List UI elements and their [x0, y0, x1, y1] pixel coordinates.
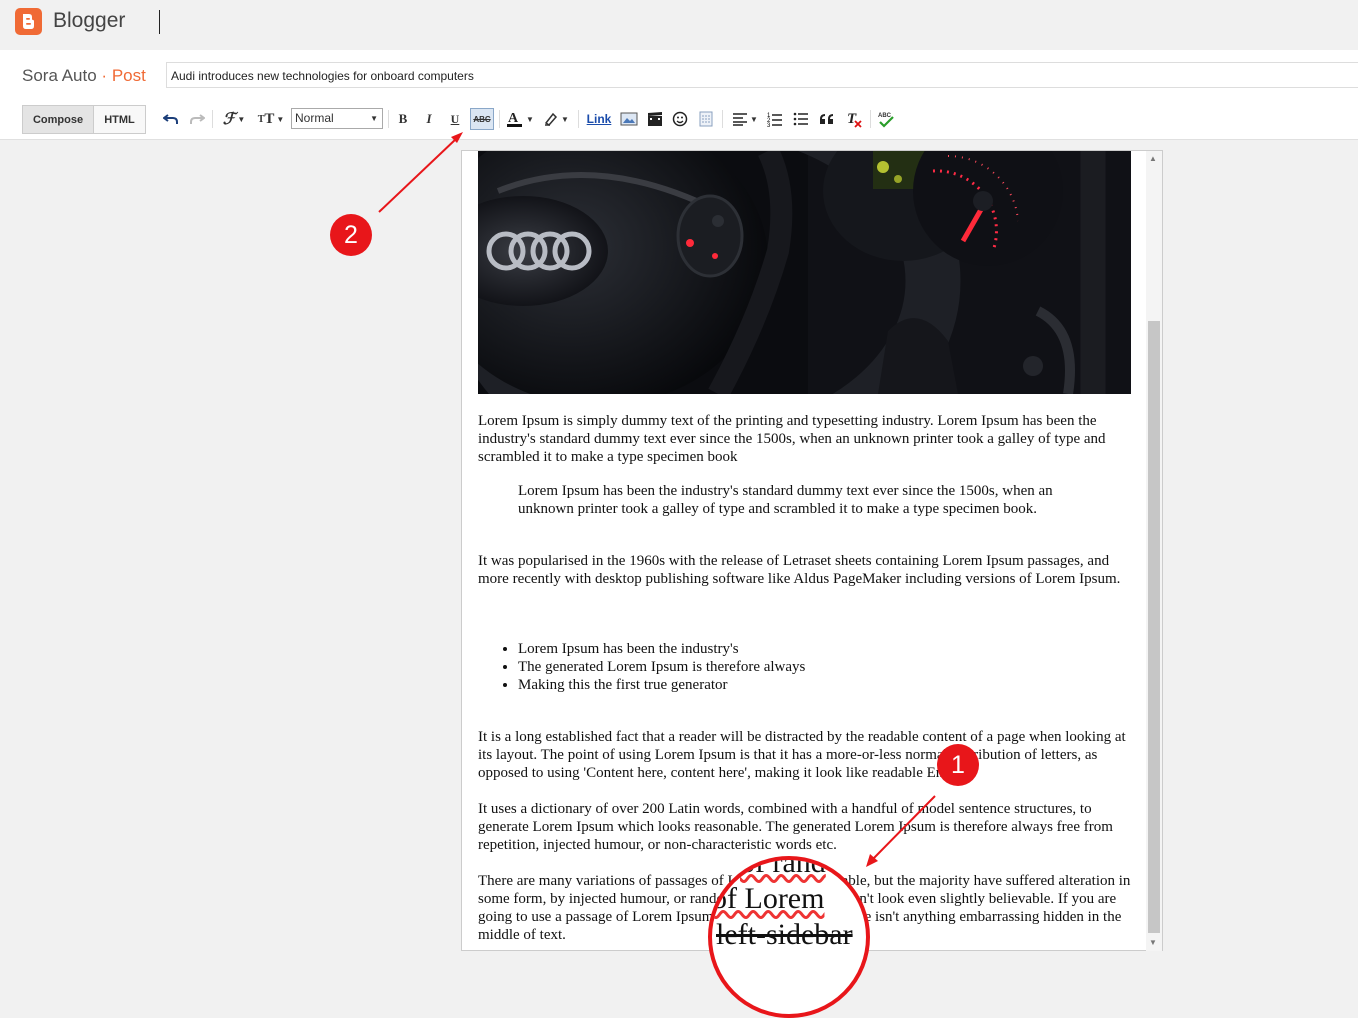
toolbar-separator	[578, 110, 579, 128]
blog-name[interactable]: Sora Auto	[22, 66, 97, 85]
magnified-text: of rand	[740, 856, 826, 879]
svg-text:T: T	[847, 111, 857, 127]
magnified-text: of Lorem	[712, 882, 825, 915]
editor-paragraph[interactable]: Lorem Ipsum is simply dummy text of the …	[478, 412, 1133, 466]
post-label: Post	[111, 66, 146, 85]
blogger-logo-icon[interactable]	[15, 8, 42, 35]
scroll-down-arrow-icon[interactable]: ▼	[1149, 938, 1157, 947]
image-icon[interactable]	[619, 109, 639, 129]
editor-paragraph[interactable]: It was popularised in the 1960s with the…	[478, 552, 1133, 588]
blog-breadcrumb: Sora Auto · Post	[22, 66, 146, 86]
annotation-badge-1: 1	[937, 744, 979, 786]
toolbar-separator	[388, 110, 389, 128]
toolbar-separator	[499, 110, 500, 128]
italic-button[interactable]: I	[421, 109, 437, 129]
breadcrumb-separator: ·	[101, 66, 108, 85]
magnifier-callout: of rand of Lorem left-sidebar	[708, 856, 870, 1018]
top-bar	[0, 0, 1358, 48]
chevron-down-icon: ▼	[237, 114, 246, 124]
video-icon[interactable]	[645, 109, 665, 129]
quote-icon[interactable]	[818, 109, 836, 129]
chevron-down-icon: ▼	[526, 114, 534, 124]
list-item[interactable]: Making this the first true generator	[518, 676, 805, 694]
app-name[interactable]: Blogger	[53, 9, 125, 33]
chevron-down-icon: ▼	[276, 114, 285, 124]
compose-mode-button[interactable]: Compose	[22, 105, 94, 134]
format-value: Normal	[295, 111, 334, 125]
scroll-up-arrow-icon[interactable]: ▲	[1149, 154, 1157, 163]
paragraph-format-select[interactable]: Normal ▼	[291, 108, 383, 129]
car-dashboard-image	[478, 151, 1131, 394]
numbered-list-icon[interactable]: 123	[766, 109, 784, 129]
align-icon[interactable]: ▼	[729, 109, 761, 129]
toolbar-separator	[722, 110, 723, 128]
spellcheck-icon[interactable]: ABC	[876, 109, 896, 129]
annotation-badge-2: 2	[330, 214, 372, 256]
redo-icon[interactable]	[188, 109, 206, 129]
toolbar-separator	[212, 110, 213, 128]
editor-bullet-list[interactable]: Lorem Ipsum has been the industry's The …	[478, 640, 805, 694]
list-item[interactable]: The generated Lorem Ipsum is therefore a…	[518, 658, 805, 676]
magnified-strikethrough-text: left-sidebar	[716, 918, 853, 951]
html-mode-button[interactable]: HTML	[93, 105, 146, 134]
strikethrough-button[interactable]: ABC	[470, 108, 494, 130]
svg-text:A: A	[508, 111, 519, 126]
highlight-icon[interactable]: ▼	[541, 109, 571, 129]
list-item[interactable]: Lorem Ipsum has been the industry's	[518, 640, 805, 658]
underline-button[interactable]: U	[447, 109, 463, 129]
undo-icon[interactable]	[162, 109, 180, 129]
bold-button[interactable]: B	[395, 109, 411, 129]
bullet-list-icon[interactable]	[792, 109, 810, 129]
text-color-icon[interactable]: A ▼	[505, 109, 535, 129]
chevron-down-icon: ▼	[370, 114, 378, 123]
font-family-icon[interactable]: ℱ ▼	[219, 109, 249, 129]
clear-formatting-icon[interactable]: T	[844, 109, 864, 129]
link-button[interactable]: Link	[585, 109, 613, 129]
editor-paragraph[interactable]: It uses a dictionary of over 200 Latin w…	[478, 800, 1133, 854]
toolbar-separator	[870, 110, 871, 128]
chevron-down-icon: ▼	[561, 114, 569, 124]
top-divider	[159, 10, 160, 34]
scrollbar-thumb[interactable]	[1148, 321, 1160, 933]
svg-text:ABC: ABC	[878, 113, 892, 119]
post-title-input[interactable]	[171, 69, 971, 83]
chevron-down-icon: ▼	[750, 114, 758, 124]
svg-text:3: 3	[767, 123, 771, 127]
editor-blockquote[interactable]: Lorem Ipsum has been the industry's stan…	[518, 482, 1108, 518]
jump-break-icon[interactable]	[697, 109, 715, 129]
emoji-icon[interactable]	[671, 109, 689, 129]
post-image-car-dashboard[interactable]	[478, 151, 1131, 394]
blogger-b-glyph-icon	[23, 14, 34, 29]
font-size-icon[interactable]: T T ▼	[255, 109, 287, 129]
editor-paragraph[interactable]: It is a long established fact that a rea…	[478, 728, 1133, 782]
